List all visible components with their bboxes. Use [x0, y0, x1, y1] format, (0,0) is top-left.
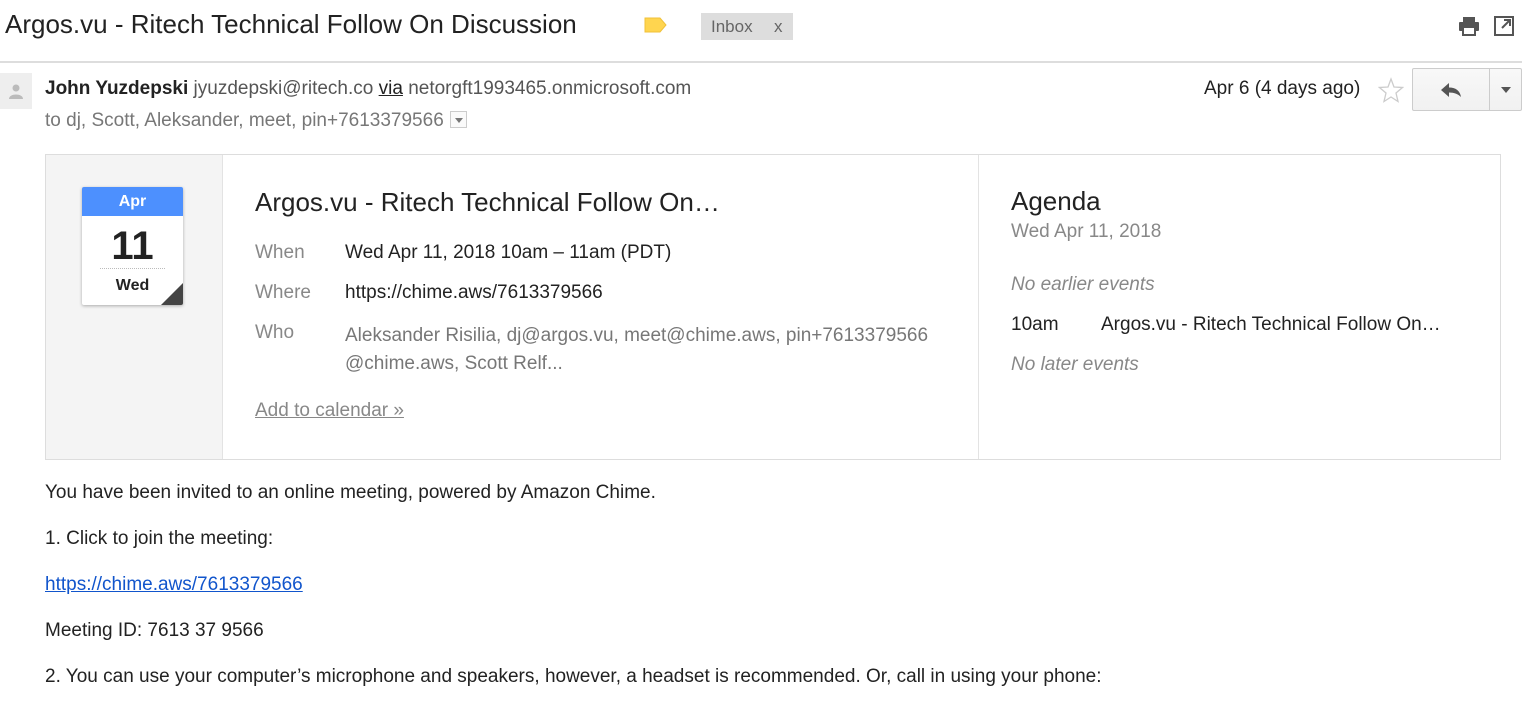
- who-value: Aleksander Risilia, dj@argos.vu, meet@ch…: [345, 325, 929, 374]
- who-label: Who: [255, 322, 295, 343]
- agenda-date: Wed Apr 11, 2018: [1011, 221, 1162, 242]
- body-line-join: 1. Click to join the meeting:: [45, 528, 274, 549]
- page-fold-icon: [161, 283, 183, 305]
- message-date: Apr 6 (4 days ago): [1204, 78, 1361, 99]
- print-icon[interactable]: [1458, 16, 1480, 36]
- email-subject: Argos.vu - Ritech Technical Follow On Di…: [5, 9, 577, 39]
- agenda-event-title[interactable]: Argos.vu - Ritech Technical Follow On…: [1101, 314, 1441, 336]
- calendar-date-icon: Apr 11 Wed: [82, 187, 183, 305]
- where-value[interactable]: https://chime.aws/7613379566: [345, 282, 603, 304]
- label-tag-icon[interactable]: [644, 17, 668, 33]
- agenda-panel: Agenda Wed Apr 11, 2018 No earlier event…: [979, 155, 1500, 459]
- when-value: Wed Apr 11, 2018 10am – 11am (PDT): [345, 242, 672, 263]
- via-domain: netorgft1993465.onmicrosoft.com: [408, 78, 692, 99]
- calendar-month: Apr: [82, 187, 183, 216]
- person-icon: [9, 84, 23, 99]
- invitation-details: Argos.vu - Ritech Technical Follow On… W…: [223, 155, 979, 459]
- body-line-audio: 2. You can use your computer’s microphon…: [45, 666, 1102, 687]
- sender-email: jyuzdepski@ritech.co: [193, 78, 374, 99]
- header-divider: [0, 61, 1522, 63]
- calendar-separator: [100, 268, 165, 269]
- avatar: [0, 73, 32, 109]
- inbox-label-chip[interactable]: Inbox x: [701, 13, 793, 40]
- inbox-label-text: Inbox: [711, 17, 753, 36]
- recipients-text: to dj, Scott, Aleksander, meet, pin+7613…: [45, 110, 444, 131]
- via-link[interactable]: via: [379, 78, 403, 99]
- new-window-icon[interactable]: [1494, 16, 1514, 36]
- sender-line: John Yuzdepski jyuzdepski@ritech.co via …: [45, 78, 691, 100]
- more-options-button[interactable]: [1489, 68, 1522, 111]
- agenda-no-earlier: No earlier events: [1011, 274, 1155, 295]
- show-details-dropdown[interactable]: [449, 111, 467, 129]
- reply-button[interactable]: [1412, 68, 1490, 111]
- recipients-line: to dj, Scott, Aleksander, meet, pin+7613…: [45, 110, 467, 132]
- meeting-link[interactable]: https://chime.aws/7613379566: [45, 574, 303, 595]
- agenda-title: Agenda: [1011, 186, 1101, 216]
- agenda-event-time: 10am: [1011, 314, 1059, 335]
- body-link-row: https://chime.aws/7613379566: [45, 574, 303, 596]
- event-title[interactable]: Argos.vu - Ritech Technical Follow On…: [255, 187, 720, 218]
- star-icon[interactable]: [1377, 77, 1405, 103]
- remove-label-button[interactable]: x: [774, 13, 783, 40]
- sender-name[interactable]: John Yuzdepski: [45, 78, 188, 99]
- agenda-no-later: No later events: [1011, 354, 1139, 375]
- calendar-day: 11: [111, 224, 154, 268]
- when-label: When: [255, 242, 305, 263]
- body-line-invite: You have been invited to an online meeti…: [45, 482, 656, 503]
- invitation-card: Apr 11 Wed Argos.vu - Ritech Technical F…: [45, 154, 1501, 460]
- add-to-calendar-link[interactable]: Add to calendar »: [255, 400, 404, 422]
- body-line-meeting-id: Meeting ID: 7613 37 9566: [45, 620, 264, 641]
- invitation-date-panel: Apr 11 Wed: [46, 155, 223, 459]
- reply-icon: [1441, 82, 1461, 97]
- where-label: Where: [255, 282, 311, 303]
